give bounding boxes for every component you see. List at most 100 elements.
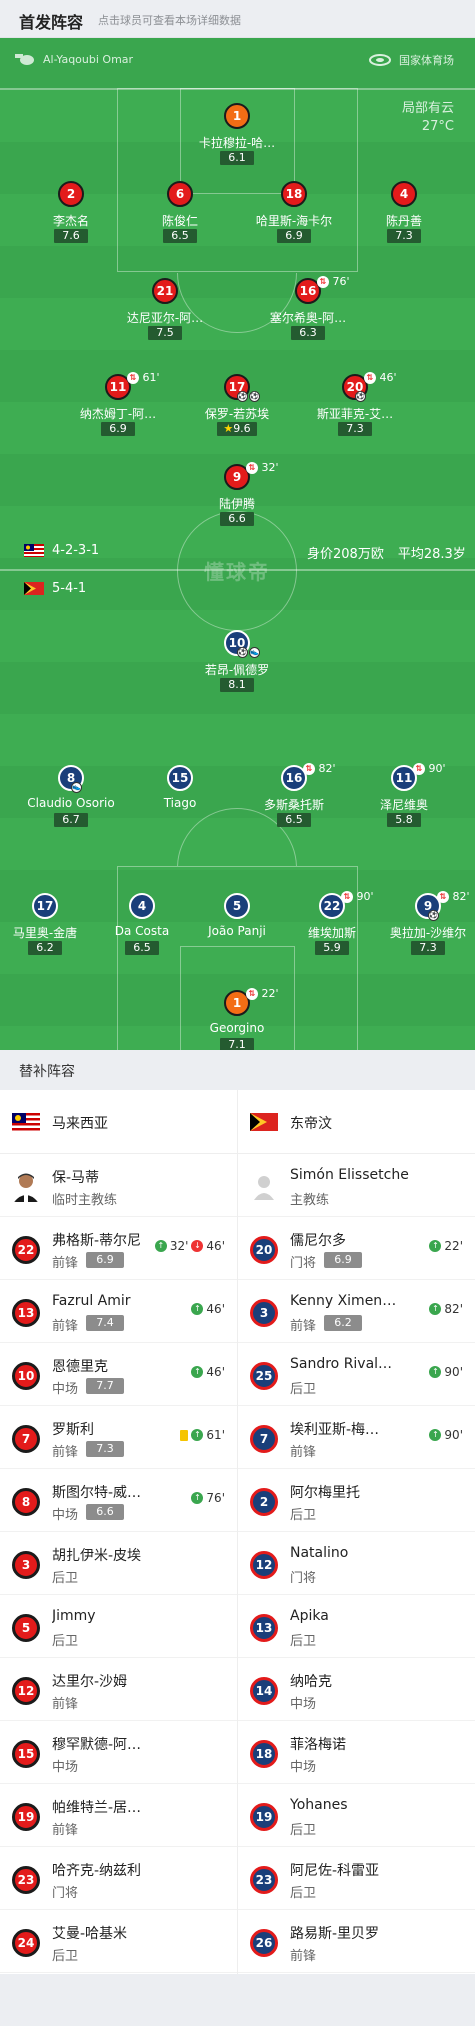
player-name: 陈俊仁: [161, 214, 198, 228]
sub-player-row[interactable]: 12 达里尔-沙姆 前锋: [0, 1658, 237, 1721]
player-rating: 7.3: [338, 422, 372, 436]
player-name: 卡拉穆拉-哈…: [198, 136, 276, 150]
sub-player-row[interactable]: 23 阿尼佐-科雷亚 后卫: [238, 1847, 475, 1910]
sub-player-name: 阿尔梅里托: [290, 1485, 360, 1501]
home-player[interactable]: 20 斯亚菲克-艾… 7.3 ⇅ 46' ⚽: [295, 371, 415, 454]
sub-off-icon: ⇅: [437, 890, 449, 903]
away-player[interactable]: 15 Tiago: [120, 765, 240, 845]
sub-player-row[interactable]: 22 弗格斯-蒂尔尼 前锋 6.9 ↑ 32' ↓ 46': [0, 1217, 237, 1280]
sub-player-row[interactable]: 15 穆罕默德-阿… 中场: [0, 1721, 237, 1784]
sub-player-position: 后卫: [290, 1823, 317, 1838]
player-rating: 6.6: [220, 512, 254, 526]
substitution-marker: ⇅ 32': [246, 461, 279, 474]
sub-player-rating: 7.3: [86, 1441, 124, 1457]
home-player[interactable]: 1 卡拉穆拉-哈… 6.1: [177, 103, 297, 183]
sub-player-rating: 6.2: [324, 1315, 362, 1331]
home-player[interactable]: 6 陈俊仁 6.5: [120, 181, 240, 261]
sub-player-row[interactable]: 19 帕维特兰-居… 前锋: [0, 1784, 237, 1847]
shirt-number: 21: [152, 278, 178, 304]
home-player[interactable]: 18 哈里斯-海卡尔 6.9: [234, 181, 354, 261]
player-rating: 6.5: [163, 229, 197, 243]
sub-on-icon: ↑: [191, 1492, 204, 1504]
shirt-number-badge: 15: [12, 1740, 40, 1768]
sub-player-row[interactable]: 13 Apika 后卫: [238, 1595, 475, 1658]
home-player[interactable]: 16 塞尔希奥-阿… 6.3 ⇅ 76': [248, 275, 368, 358]
sub-events: ↑ 46': [191, 1302, 225, 1316]
sub-off-icon: ⇅: [127, 371, 139, 384]
sub-player-position: 后卫: [290, 1382, 317, 1397]
away-player[interactable]: 11 泽尼维奥 5.8 ⇅ 90': [344, 762, 464, 845]
sub-events: ↑ 90': [429, 1428, 463, 1442]
sub-player-name: 埃利亚斯-梅…: [290, 1422, 380, 1438]
player-name: 若昂-佩德罗: [204, 663, 270, 677]
sub-player-row[interactable]: 12 Natalino 门将: [238, 1532, 475, 1595]
sub-player-name: Fazrul Amir: [52, 1293, 131, 1309]
shirt-number-badge: 24: [12, 1929, 40, 1957]
shirt-number-badge: 13: [250, 1614, 278, 1642]
sub-player-name: 阿尼佐-科雷亚: [290, 1863, 380, 1879]
sub-player-position: 后卫: [290, 1508, 317, 1523]
sub-player-row[interactable]: 20 儒尼尔多 门将 6.9 ↑ 22': [238, 1217, 475, 1280]
substitution-marker: ⇅ 76': [317, 275, 350, 288]
away-coach-row[interactable]: Simón Elissetche 主教练: [238, 1154, 475, 1217]
shirt-number-badge: 22: [12, 1236, 40, 1264]
sub-player-row[interactable]: 10 恩德里克 中场 7.7 ↑ 46': [0, 1343, 237, 1406]
away-player[interactable]: 9 奥拉加-沙维尔 7.3 ⇅ 82' ⚽: [368, 890, 475, 973]
sub-player-row[interactable]: 23 哈齐克-纳兹利 门将: [0, 1847, 237, 1910]
sub-player-row[interactable]: 19 Yohanes 后卫: [238, 1784, 475, 1847]
away-player[interactable]: 10 若昂-佩德罗 8.1 ⚽ 👟: [177, 630, 297, 710]
shirt-number-badge: 23: [12, 1866, 40, 1894]
home-player[interactable]: 21 达尼亚尔-阿… 7.5: [105, 278, 225, 358]
whistle-icon: [15, 54, 34, 65]
home-player[interactable]: 17 保罗-若苏埃 ★9.6 ⚽ ⚽: [177, 374, 297, 454]
sub-player-row[interactable]: 2 阿尔梅里托 后卫: [238, 1469, 475, 1532]
sub-player-row[interactable]: 18 菲洛梅诺 中场: [238, 1721, 475, 1784]
sub-player-name: 斯图尔特-威…: [52, 1485, 142, 1501]
sub-player-row[interactable]: 3 Kenny Ximenes 前锋 6.2 ↑ 82': [238, 1280, 475, 1343]
sub-player-row[interactable]: 26 路易斯-里贝罗 前锋: [238, 1910, 475, 1973]
sub-player-row[interactable]: 3 胡扎伊米-皮埃 后卫: [0, 1532, 237, 1595]
event-icons: ⚽: [355, 391, 366, 402]
sub-player-name: 穆罕默德-阿…: [52, 1737, 142, 1753]
sub-player-row[interactable]: 24 艾曼-哈基米 后卫: [0, 1910, 237, 1973]
away-player[interactable]: 8 Claudio Osorio 6.7 👟: [11, 765, 131, 845]
goal-icon: ⚽: [249, 391, 260, 402]
sub-player-row[interactable]: 7 罗斯利 前锋 7.3 ↑ 61': [0, 1406, 237, 1469]
sub-off-icon: ⇅: [317, 275, 329, 288]
shirt-number-badge: 5: [12, 1614, 40, 1642]
player-rating: 6.7: [54, 813, 88, 827]
shirt-number: 4: [129, 893, 155, 919]
sub-player-row[interactable]: 5 Jimmy 后卫: [0, 1595, 237, 1658]
sub-player-position: 中场: [52, 1382, 79, 1397]
sub-player-rating: 6.6: [86, 1504, 124, 1520]
player-rating: 6.3: [291, 326, 325, 340]
coach-avatar: [12, 1170, 40, 1202]
shirt-number-badge: 3: [250, 1299, 278, 1327]
sub-player-row[interactable]: 25 Sandro Rival… 后卫 ↑ 90': [238, 1343, 475, 1406]
sub-player-rating: 7.4: [86, 1315, 124, 1331]
home-player[interactable]: 11 纳杰姆丁-阿… 6.9 ⇅ 61': [58, 371, 178, 454]
substitution-marker: ⇅ 82': [303, 762, 336, 775]
sub-events: ↑ 82': [429, 1302, 463, 1316]
sub-player-rating: 7.7: [86, 1378, 124, 1394]
sub-player-row[interactable]: 14 纳哈克 中场: [238, 1658, 475, 1721]
sub-player-row[interactable]: 8 斯图尔特-威… 中场 6.6 ↑ 76': [0, 1469, 237, 1532]
coach-name: 保-马蒂: [52, 1170, 100, 1186]
goal-icon: ⚽: [237, 391, 248, 402]
average-age: 平均28.3岁: [397, 547, 466, 562]
home-player[interactable]: 9 陆伊腾 6.6 ⇅ 32': [177, 461, 297, 544]
home-player[interactable]: 2 李杰名 7.6: [11, 181, 131, 261]
shirt-number-badge: 8: [12, 1488, 40, 1516]
away-player[interactable]: 16 多斯桑托斯 6.5 ⇅ 82': [234, 762, 354, 845]
goal-icon: ⚽: [237, 647, 248, 658]
sub-player-position: 前锋: [52, 1823, 79, 1838]
away-player[interactable]: 1 Georgino 7.1 ⇅ 22': [177, 987, 297, 1050]
home-coach-row[interactable]: 保-马蒂 临时主教练: [0, 1154, 237, 1217]
team-stats: 身价208万欧 平均28.3岁: [307, 543, 466, 562]
home-player[interactable]: 4 陈丹善 7.3: [344, 181, 464, 261]
shirt-number: 4: [391, 181, 417, 207]
sub-player-position: 后卫: [290, 1886, 317, 1901]
sub-player-row[interactable]: 7 埃利亚斯-梅… 前锋 ↑ 90': [238, 1406, 475, 1469]
sub-player-name: Natalino: [290, 1545, 349, 1561]
sub-player-row[interactable]: 13 Fazrul Amir 前锋 7.4 ↑ 46': [0, 1280, 237, 1343]
